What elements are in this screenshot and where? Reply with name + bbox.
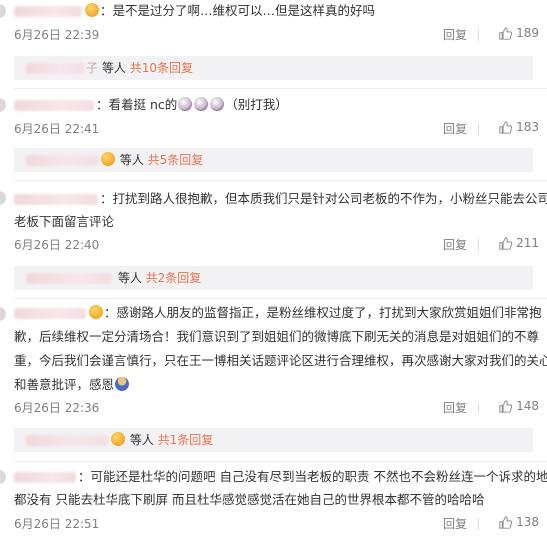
reply-username-blurred[interactable]: [26, 435, 108, 446]
comment-meta: 6月26日 22:36 回复 148: [14, 399, 539, 419]
view-replies-link[interactable]: 共5条回复: [148, 153, 204, 167]
username-blurred[interactable]: [14, 6, 82, 17]
reply-summary[interactable]: 等人 共2条回复: [14, 266, 533, 290]
like-count: 189: [516, 26, 539, 40]
meta-separator: [478, 402, 479, 414]
meta-separator: [478, 239, 479, 251]
username-blurred[interactable]: [14, 194, 98, 205]
comment-date: 6月26日 22:39: [14, 28, 100, 42]
username-blurred[interactable]: [14, 472, 76, 483]
vip-badge-icon: [101, 152, 115, 166]
comment-page: { "comments": [ { "lines": ["：是不是过分了啊…维权…: [0, 0, 547, 538]
avatar[interactable]: [0, 98, 6, 112]
bowing-person-emoji-icon: [115, 377, 130, 391]
reply-button[interactable]: 回复: [443, 399, 467, 416]
view-replies-link[interactable]: 共2条回复: [146, 271, 202, 285]
comment-text-line: ：感谢路人朋友的监督指正，是粉丝维权过度了，打扰到大家欣赏姐姐们非常抱: [14, 301, 542, 325]
reply-username-blurred[interactable]: [26, 155, 98, 166]
divider: [14, 298, 547, 299]
avatar[interactable]: [0, 4, 6, 18]
reply-summary[interactable]: 子 等人 共10条回复: [14, 56, 533, 80]
face-emoji-icon: [178, 97, 193, 111]
username-blurred[interactable]: [14, 100, 94, 111]
comment-text-line: ：可能还是杜华的问题吧 自己没有尽到当老板的职责 不然也不会粉丝连一个诉求的地方: [14, 465, 547, 489]
like-count: 211: [516, 236, 539, 250]
comment-text-line: 歉，后续维权一定分清场合！我们意识到了到姐姐们的微博底下刷无关的消息是对姐姐们的…: [14, 329, 540, 344]
reply-summary[interactable]: 等人 共1条回复: [14, 428, 533, 452]
reply-button[interactable]: 回复: [443, 26, 467, 43]
divider: [14, 180, 547, 181]
thumb-up-icon: [499, 399, 513, 413]
reply-summary[interactable]: 等人 共5条回复: [14, 148, 533, 172]
comment-text-line: ：看着挺 nc的 （别打我）: [14, 93, 539, 117]
like-button[interactable]: 189: [499, 26, 539, 40]
thumb-up-icon: [499, 120, 513, 134]
reply-username-tail: 子: [86, 61, 99, 75]
view-replies-link[interactable]: 共10条回复: [130, 61, 193, 75]
reply-button[interactable]: 回复: [443, 120, 467, 137]
like-count: 183: [516, 120, 539, 134]
like-count: 138: [516, 515, 539, 529]
vip-badge-icon: [89, 305, 103, 319]
like-count: 148: [516, 399, 539, 413]
comment-date: 6月26日 22:51: [14, 517, 100, 531]
comment-meta: 6月26日 22:41 回复 183: [14, 120, 539, 140]
avatar[interactable]: [0, 307, 6, 321]
comment-date: 6月26日 22:36: [14, 401, 100, 415]
avatar[interactable]: [0, 470, 6, 484]
comment-text-line: 重，今后我们会谨言慎行，只在王一博相关话题评论区进行合理维权，再次感谢大家对我们…: [14, 353, 547, 368]
like-button[interactable]: 211: [499, 236, 539, 250]
thumb-up-icon: [499, 26, 513, 40]
divider: [14, 88, 547, 89]
comment-date: 6月26日 22:41: [14, 122, 100, 136]
comment-meta: 6月26日 22:40 回复 211: [14, 236, 539, 256]
comment-meta: 6月26日 22:51 回复 138: [14, 515, 539, 535]
divider: [14, 461, 547, 462]
like-button[interactable]: 138: [499, 515, 539, 529]
like-button[interactable]: 183: [499, 120, 539, 134]
face-emoji-icon: [194, 97, 209, 111]
thumb-up-icon: [499, 515, 513, 529]
reply-button[interactable]: 回复: [443, 515, 467, 532]
like-button[interactable]: 148: [499, 399, 539, 413]
reply-username-blurred[interactable]: [26, 273, 112, 284]
comment-text-line: 老板下面留言评论: [14, 214, 115, 229]
reply-username-blurred[interactable]: [26, 63, 84, 74]
comment-meta: 6月26日 22:39 回复 189: [14, 26, 539, 46]
vip-badge-icon: [85, 3, 99, 17]
comment-date: 6月26日 22:40: [14, 238, 100, 252]
meta-separator: [478, 29, 479, 41]
avatar[interactable]: [0, 191, 6, 205]
thumb-up-icon: [499, 236, 513, 250]
meta-separator: [478, 518, 479, 530]
reply-button[interactable]: 回复: [443, 236, 467, 253]
face-emoji-icon: [210, 97, 225, 111]
username-blurred[interactable]: [14, 308, 86, 319]
vip-badge-icon: [111, 432, 125, 446]
comment-text-line: ：是不是过分了啊…维权可以…但是这样真的好吗: [14, 0, 539, 23]
comment-text-line: 都没有 只能去杜华底下刷屏 而且杜华感觉感觉活在她自己的世界根本都不管的哈哈哈: [14, 492, 485, 507]
comment-text-line: ：打扰到路人很抱歉，但本质我们只是针对公司老板的不作为，小粉丝只能去公司: [14, 187, 547, 211]
comment-text-line: 和善意批评，感恩: [14, 373, 539, 397]
view-replies-link[interactable]: 共1条回复: [158, 433, 214, 447]
meta-separator: [478, 123, 479, 135]
